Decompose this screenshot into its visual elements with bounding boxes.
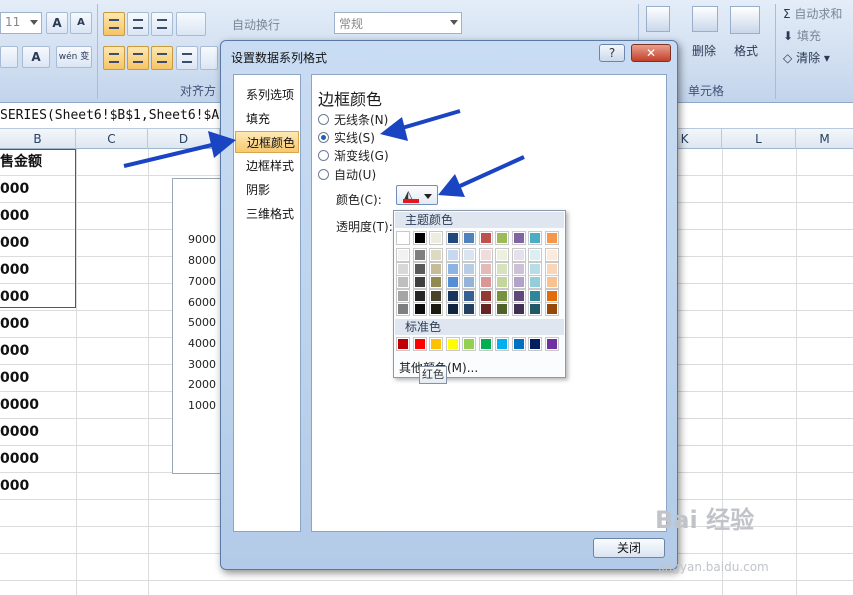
arrow-to-solid-line xyxy=(380,109,461,141)
watermark-url: jingyan.baidu.com xyxy=(658,560,769,574)
arrow-to-color-button xyxy=(438,155,525,197)
watermark-logo: Bai 经验 xyxy=(655,506,755,534)
arrow-to-border-color xyxy=(123,131,236,168)
